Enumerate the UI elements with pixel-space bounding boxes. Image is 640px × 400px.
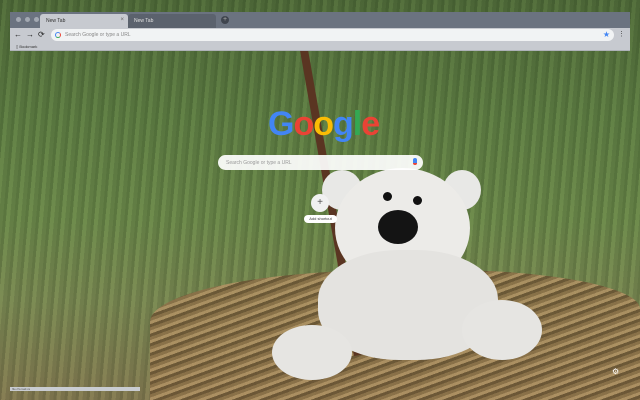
google-logo: Google xyxy=(268,105,380,144)
maximize-dot[interactable] xyxy=(34,17,39,22)
logo-letter: o xyxy=(313,105,334,143)
logo-letter: G xyxy=(268,105,294,143)
tab-new-tab[interactable]: New Tab xyxy=(128,14,216,28)
logo-letter: o xyxy=(293,105,314,143)
tab-label: New Tab xyxy=(134,18,154,24)
forward-icon[interactable]: → xyxy=(26,30,34,40)
google-icon xyxy=(55,32,61,38)
menu-icon[interactable]: ⋮ xyxy=(618,30,625,38)
logo-letter: g xyxy=(333,105,354,143)
tab-label: New Tab xyxy=(46,18,66,24)
minimize-dot[interactable] xyxy=(25,17,30,22)
omnibox[interactable]: Search Google or type a URL ★ xyxy=(51,29,614,41)
toolbar: ← → ⟳ Search Google or type a URL ★ ⋮ xyxy=(10,28,630,42)
tab-strip: New Tab × New Tab + xyxy=(10,12,630,28)
bookmark-item[interactable]: ▯ Bookmark xyxy=(16,44,37,49)
add-shortcut-button[interactable]: + xyxy=(311,194,329,212)
tab-close-icon[interactable]: × xyxy=(120,17,124,23)
window-controls[interactable] xyxy=(16,17,39,22)
microphone-icon[interactable] xyxy=(413,158,417,165)
bookmark-star-icon[interactable]: ★ xyxy=(603,30,610,39)
close-dot[interactable] xyxy=(16,17,21,22)
omnibox-placeholder: Search Google or type a URL xyxy=(65,32,131,38)
ntp-search-box[interactable]: Search Google or type a URL xyxy=(218,155,423,170)
add-shortcut-label: Add shortcut xyxy=(304,215,337,223)
bookmarks-bar: ▯ Bookmark xyxy=(10,42,630,51)
new-tab-button[interactable]: + xyxy=(221,16,229,24)
logo-letter: e xyxy=(361,105,380,143)
search-placeholder: Search Google or type a URL xyxy=(226,160,292,166)
tab-new-tab-active[interactable]: New Tab × xyxy=(40,14,128,28)
back-icon[interactable]: ← xyxy=(14,30,22,40)
bookmark-label: Bookmark xyxy=(19,44,38,49)
logo-letter: l xyxy=(352,105,363,143)
reload-icon[interactable]: ⟳ xyxy=(38,30,45,40)
status-bar: file:///email.xs xyxy=(10,387,140,391)
customize-gear-icon[interactable]: ⚙ xyxy=(612,367,619,376)
